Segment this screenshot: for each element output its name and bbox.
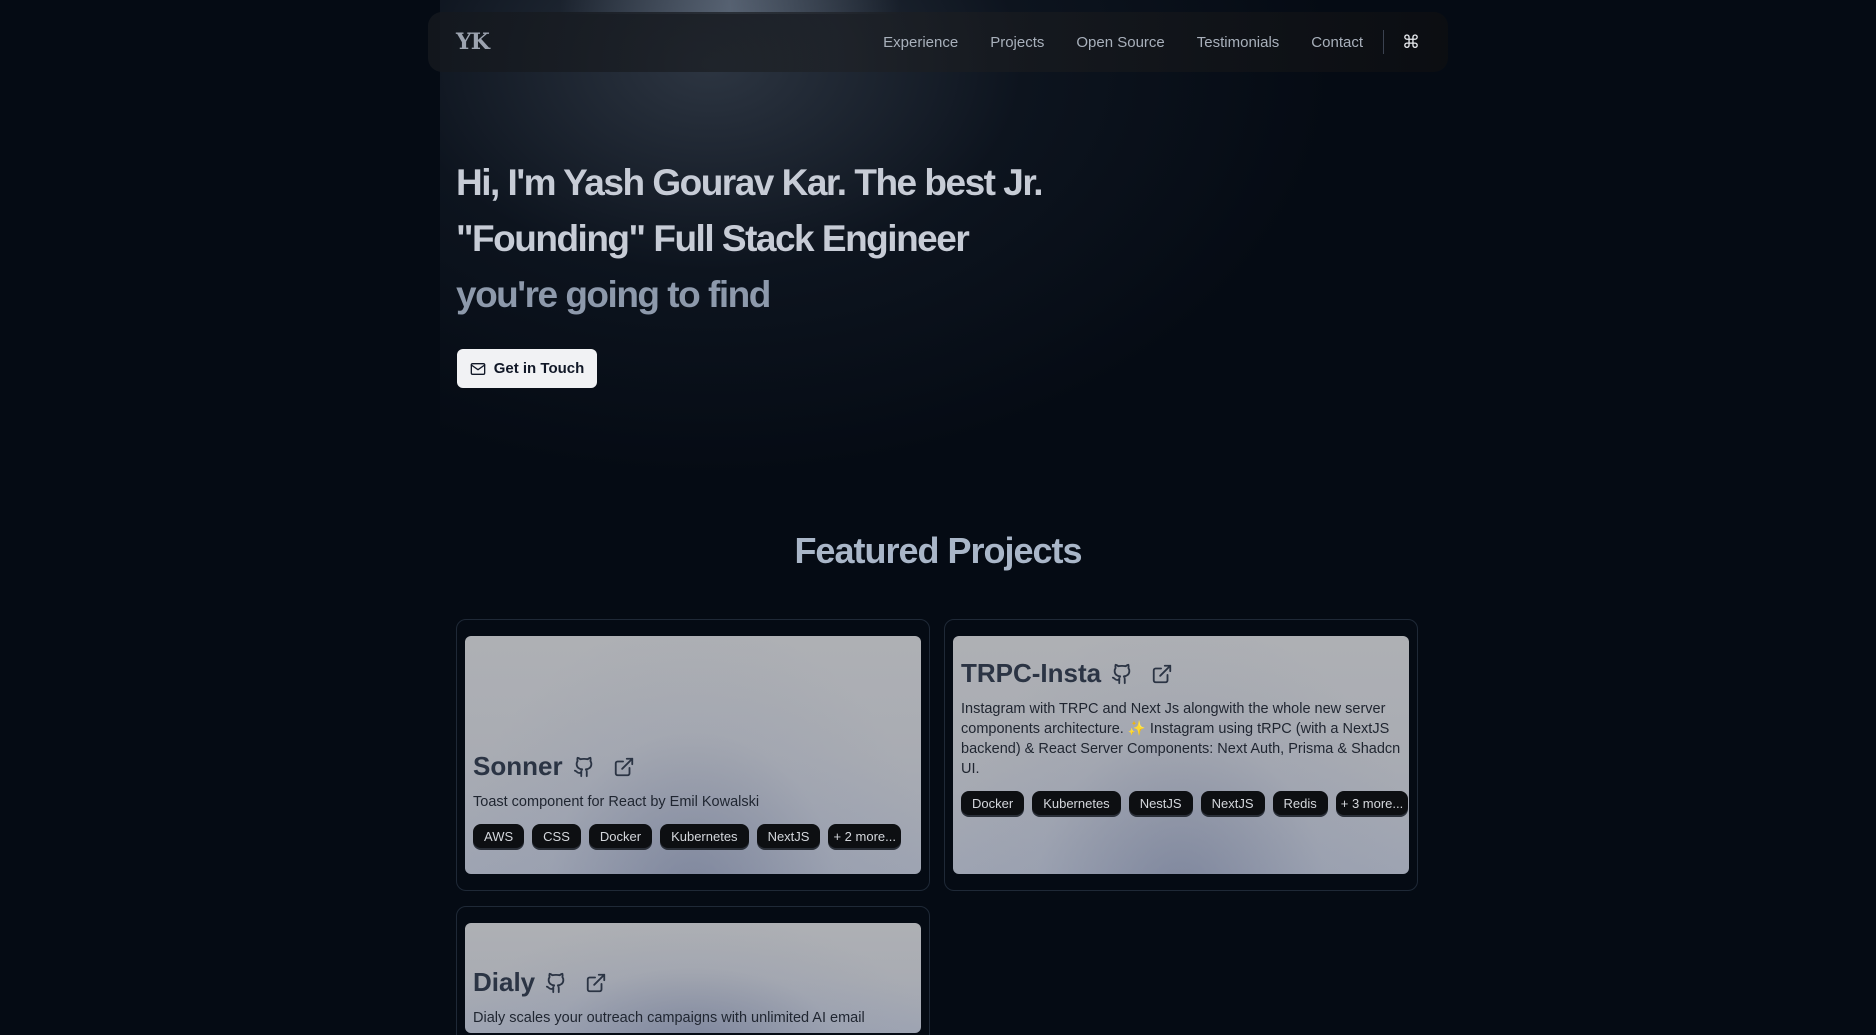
tag: NextJS xyxy=(1200,791,1265,815)
external-link-icon[interactable] xyxy=(1151,663,1173,685)
nav-link-testimonials[interactable]: Testimonials xyxy=(1197,34,1280,51)
project-card-body[interactable]: Sonner Toast component for React by Emil… xyxy=(465,636,921,874)
get-in-touch-label: Get in Touch xyxy=(493,360,585,377)
project-description: Toast component for React by Emil Kowals… xyxy=(473,794,760,810)
project-card-dialy: Dialy Dialy scales your outreach campaig… xyxy=(456,906,930,1035)
more-tags-badge[interactable]: + 2 more... xyxy=(828,824,901,848)
tag-list: Docker Kubernetes NestJS NextJS Redis + … xyxy=(961,791,1409,815)
project-title: Dialy xyxy=(473,967,536,997)
tag: CSS xyxy=(532,824,581,848)
project-card-sonner: Sonner Toast component for React by Emil… xyxy=(456,619,930,891)
external-link-icon[interactable] xyxy=(613,756,635,778)
top-navbar: YK Experience Projects Open Source Testi… xyxy=(428,12,1448,72)
github-icon[interactable] xyxy=(573,756,595,778)
get-in-touch-button[interactable]: Get in Touch xyxy=(457,349,597,388)
hero-line-1: Hi, I'm Yash Gourav Kar. The best Jr. xyxy=(456,162,1043,203)
more-tags-badge[interactable]: + 3 more... xyxy=(1335,791,1409,815)
nav-link-open-source[interactable]: Open Source xyxy=(1076,34,1164,51)
project-title: Sonner xyxy=(473,751,563,781)
project-title: TRPC-Insta xyxy=(961,658,1102,688)
hero-line-3: you're going to find xyxy=(456,274,771,315)
command-menu-icon[interactable]: ⌘ xyxy=(1402,32,1420,53)
tag: NestJS xyxy=(1128,791,1193,815)
tag: Docker xyxy=(588,824,653,848)
tag: Kubernetes xyxy=(660,824,749,848)
tag-list: AWS CSS Docker Kubernetes NextJS + 2 mor… xyxy=(473,824,913,848)
external-link-icon[interactable] xyxy=(585,972,607,994)
nav-divider xyxy=(1383,30,1384,54)
github-icon[interactable] xyxy=(1111,663,1133,685)
project-description: Instagram with TRPC and Next Js alongwit… xyxy=(961,701,1401,777)
tag: AWS xyxy=(473,824,525,848)
project-description: Dialy scales your outreach campaigns wit… xyxy=(473,1010,865,1026)
hero-line-2: "Founding" Full Stack Engineer xyxy=(456,218,970,259)
featured-projects-title: Featured Projects xyxy=(794,530,1082,571)
nav-link-projects[interactable]: Projects xyxy=(990,34,1044,51)
project-card-trpc-insta: TRPC-Insta Instagram with TRPC and Next … xyxy=(944,619,1418,891)
nav-link-contact[interactable]: Contact xyxy=(1311,34,1363,51)
project-card-body[interactable]: TRPC-Insta Instagram with TRPC and Next … xyxy=(953,636,1409,874)
tag: Redis xyxy=(1272,791,1328,815)
nav-links: Experience Projects Open Source Testimon… xyxy=(851,30,1420,54)
github-icon[interactable] xyxy=(545,972,567,994)
site-logo[interactable]: YK xyxy=(456,29,490,55)
nav-link-experience[interactable]: Experience xyxy=(883,34,958,51)
tag: NextJS xyxy=(756,824,821,848)
mail-icon xyxy=(470,362,486,375)
hero-heading: Hi, I'm Yash Gourav Kar. The best Jr. "F… xyxy=(456,155,1076,323)
tag: Kubernetes xyxy=(1032,791,1121,815)
project-card-body[interactable]: Dialy Dialy scales your outreach campaig… xyxy=(465,923,921,1033)
tag: Docker xyxy=(961,791,1025,815)
